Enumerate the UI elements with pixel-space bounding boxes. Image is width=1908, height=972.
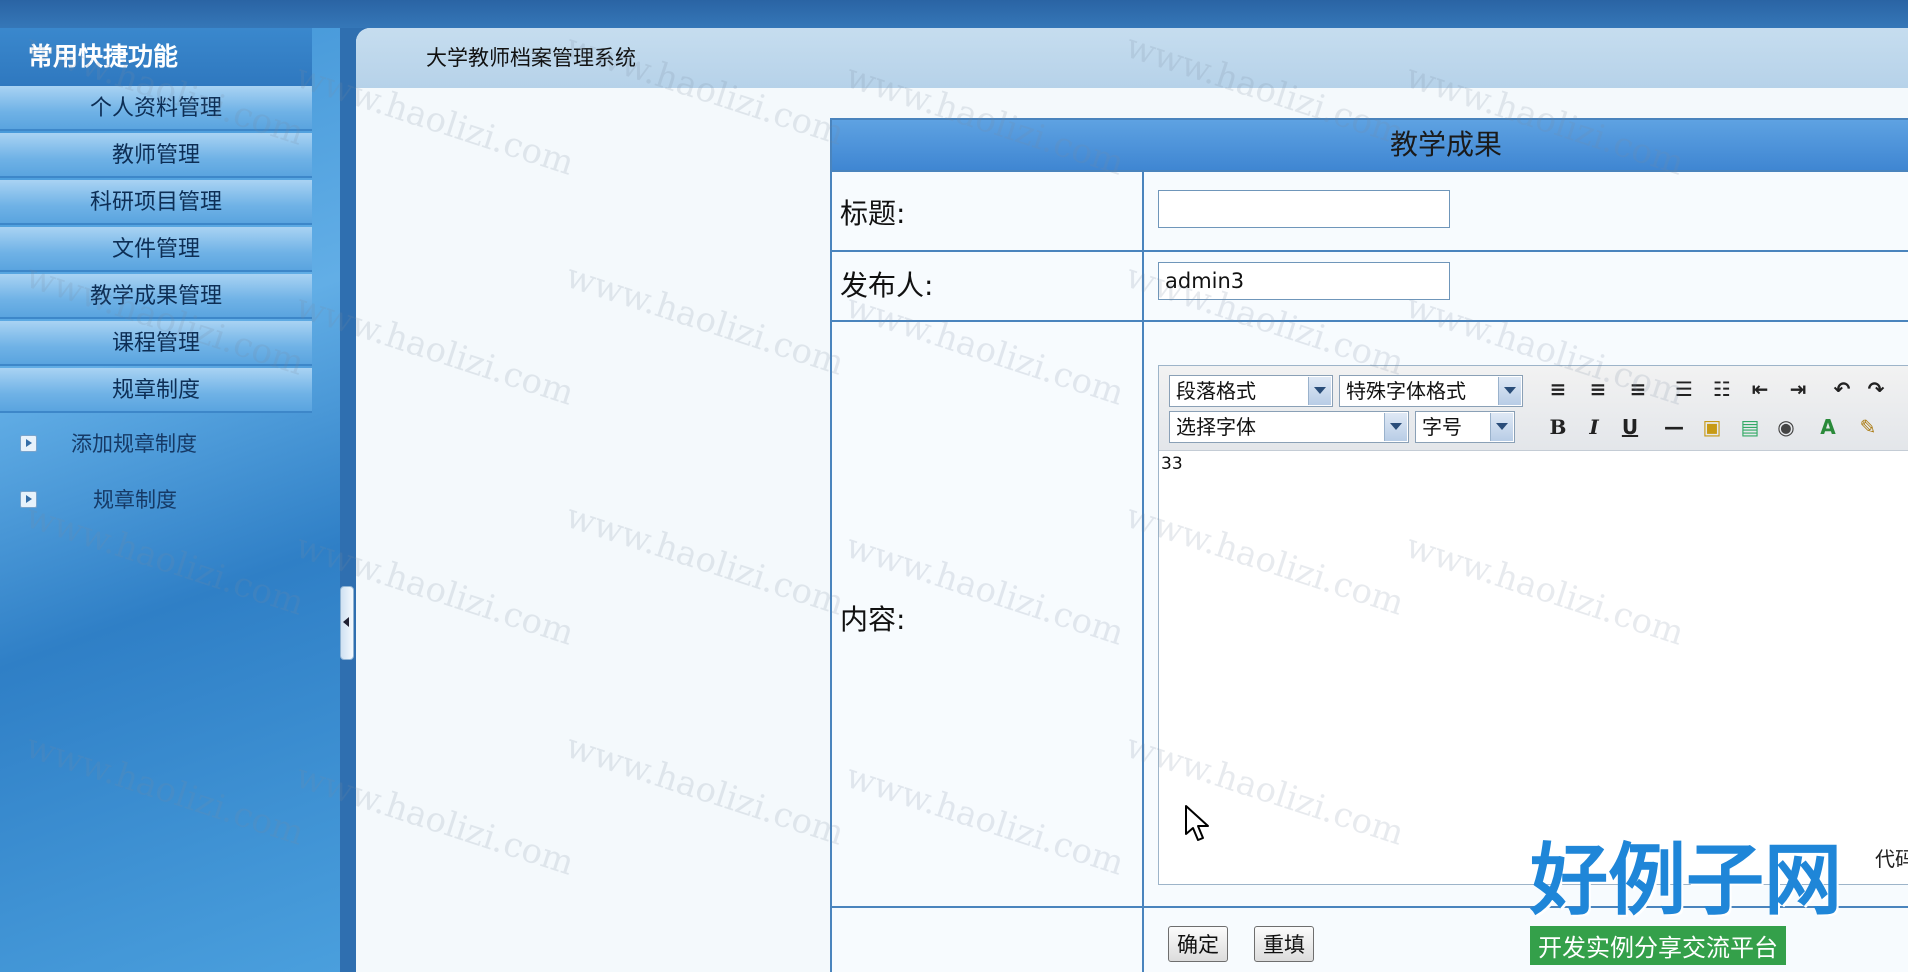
collapse-sidebar-handle[interactable] <box>340 586 354 660</box>
sub-item-label: 规章制度 <box>93 488 177 512</box>
sidebar: 常用快捷功能 个人资料管理 教师管理 科研项目管理 文件管理 教学成果管理 课程… <box>0 28 340 972</box>
content-label: 内容: <box>840 603 906 636</box>
numbered-list-icon[interactable]: ☷ <box>1707 374 1737 404</box>
align-center-icon[interactable]: ≡ <box>1583 374 1613 404</box>
sidebar-item-teaching-results[interactable]: 教学成果管理 <box>0 274 312 319</box>
sidebar-item-regulations[interactable]: 规章制度 <box>0 368 312 413</box>
italic-icon[interactable]: I <box>1579 412 1609 442</box>
row-divider <box>832 170 1908 172</box>
sidebar-item-files[interactable]: 文件管理 <box>0 227 312 272</box>
publisher-input[interactable] <box>1158 262 1450 300</box>
sidebar-item-courses[interactable]: 课程管理 <box>0 321 312 366</box>
sidebar-title: 常用快捷功能 <box>0 28 312 86</box>
chevron-down-icon <box>1308 377 1331 405</box>
select-value: 字号 <box>1422 415 1462 439</box>
editor-body[interactable]: 33 <box>1161 454 1183 474</box>
select-value: 特殊字体格式 <box>1346 379 1466 403</box>
sidebar-item-profile[interactable]: 个人资料管理 <box>0 86 312 131</box>
form-heading: 教学成果 <box>832 120 1908 170</box>
select-value: 选择字体 <box>1176 415 1256 439</box>
publisher-label: 发布人: <box>840 269 934 302</box>
play-icon <box>20 490 37 508</box>
play-icon <box>20 434 37 452</box>
redo-icon[interactable]: ↷ <box>1861 374 1891 404</box>
sub-item-add-regulation[interactable]: 添加规章制度 <box>20 424 197 464</box>
paragraph-format-select[interactable]: 段落格式 <box>1169 375 1333 407</box>
title-label: 标题: <box>840 197 906 230</box>
font-select[interactable]: 选择字体 <box>1169 411 1409 443</box>
chevron-down-icon <box>1384 413 1407 441</box>
highlight-icon[interactable]: ✎ <box>1853 412 1883 442</box>
underline-icon[interactable]: U <box>1615 412 1645 442</box>
sidebar-item-research[interactable]: 科研项目管理 <box>0 180 312 225</box>
content-header: 大学教师档案管理系统 <box>356 28 1908 88</box>
content-area: 大学教师档案管理系统 教学成果 标题: 发布人: 内容: 段落格式 特殊字体格式… <box>356 28 1908 972</box>
row-divider <box>832 250 1908 252</box>
teaching-result-form: 教学成果 标题: 发布人: 内容: 段落格式 特殊字体格式 选择字体 <box>830 118 1908 972</box>
font-color-icon[interactable]: A <box>1813 412 1843 442</box>
insert-media-icon[interactable]: ◉ <box>1771 412 1801 442</box>
confirm-button[interactable]: 确定 <box>1168 926 1228 962</box>
bullet-list-icon[interactable]: ☰ <box>1669 374 1699 404</box>
bold-icon[interactable]: B <box>1543 412 1573 442</box>
code-mode-tab[interactable]: 代码 <box>1875 843 1908 872</box>
undo-icon[interactable]: ↶ <box>1827 374 1857 404</box>
chevron-down-icon <box>1490 413 1513 441</box>
reset-button[interactable]: 重填 <box>1254 926 1314 962</box>
align-left-icon[interactable]: ≡ <box>1543 374 1573 404</box>
horizontal-rule-icon[interactable]: — <box>1659 412 1689 442</box>
chevron-down-icon <box>1498 377 1521 405</box>
insert-image-icon[interactable]: ▤ <box>1735 412 1765 442</box>
select-value: 段落格式 <box>1176 379 1256 403</box>
sidebar-item-teachers[interactable]: 教师管理 <box>0 133 312 178</box>
system-title: 大学教师档案管理系统 <box>426 46 636 70</box>
sub-item-label: 添加规章制度 <box>71 432 197 456</box>
column-divider <box>1142 170 1144 972</box>
editor-toolbar: 段落格式 特殊字体格式 选择字体 字号 ≡ ≡ ≡ ☰ ☷ ⇤ ⇥ ↶ ↷ B … <box>1159 366 1908 451</box>
mouse-cursor-icon <box>1185 805 1209 841</box>
row-divider <box>832 906 1908 908</box>
outdent-icon[interactable]: ⇤ <box>1745 374 1775 404</box>
row-divider <box>832 320 1908 322</box>
indent-icon[interactable]: ⇥ <box>1783 374 1813 404</box>
font-size-select[interactable]: 字号 <box>1415 411 1515 443</box>
title-input[interactable] <box>1158 190 1450 228</box>
align-right-icon[interactable]: ≡ <box>1623 374 1653 404</box>
sub-item-regulations[interactable]: 规章制度 <box>20 480 177 520</box>
insert-file-icon[interactable]: ▣ <box>1697 412 1727 442</box>
top-bar <box>0 0 1908 28</box>
rich-text-editor: 段落格式 特殊字体格式 选择字体 字号 ≡ ≡ ≡ ☰ ☷ ⇤ ⇥ ↶ ↷ B … <box>1158 365 1908 885</box>
special-format-select[interactable]: 特殊字体格式 <box>1339 375 1523 407</box>
